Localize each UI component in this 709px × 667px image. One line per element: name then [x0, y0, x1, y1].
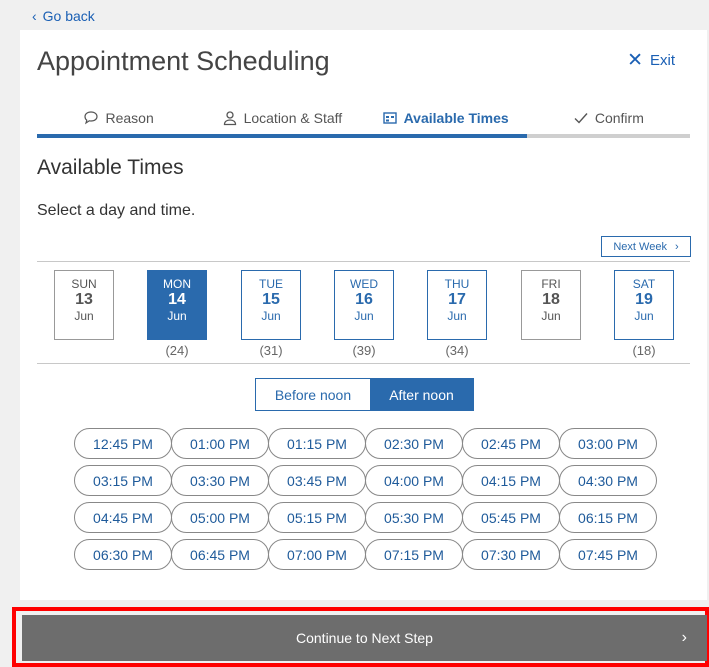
- step-label: Confirm: [594, 110, 644, 126]
- day-name: WED: [350, 277, 378, 291]
- day-date: 16: [355, 291, 373, 308]
- time-slot-button[interactable]: 04:00 PM: [365, 465, 463, 496]
- slot-count: (31): [259, 343, 283, 358]
- time-slot-button[interactable]: 07:00 PM: [268, 539, 366, 570]
- time-slot-button[interactable]: 05:30 PM: [365, 502, 463, 533]
- day-tue[interactable]: TUE 15 Jun: [241, 270, 301, 340]
- time-slot-button[interactable]: 03:30 PM: [171, 465, 269, 496]
- day-month: Jun: [634, 309, 654, 323]
- step-reason[interactable]: Reason: [37, 110, 201, 138]
- after-noon-button[interactable]: After noon: [370, 379, 473, 410]
- slot-count: (24): [165, 343, 189, 358]
- day-wed[interactable]: WED 16 Jun: [334, 270, 394, 340]
- day-name: TUE: [259, 277, 283, 291]
- time-slot-button[interactable]: 01:15 PM: [268, 428, 366, 459]
- before-noon-button[interactable]: Before noon: [256, 379, 370, 410]
- page-title: Appointment Scheduling: [37, 46, 330, 76]
- time-slot-button[interactable]: 12:45 PM: [74, 428, 172, 459]
- time-slot-button[interactable]: 06:15 PM: [559, 502, 657, 533]
- step-progress: Reason Location & Staff Available Times …: [37, 110, 690, 138]
- day-mon[interactable]: MON 14 Jun: [147, 270, 207, 340]
- time-slot-grid: 12:45 PM 01:00 PM 01:15 PM 02:30 PM 02:45 PM…: [74, 428, 657, 570]
- chevron-right-icon: ›: [681, 629, 687, 646]
- day-fri: FRI 18 Jun: [521, 270, 581, 340]
- day-date: 13: [75, 291, 93, 308]
- day-sun: SUN 13 Jun: [54, 270, 114, 340]
- person-icon: [223, 111, 236, 126]
- day-picker: SUN 13 Jun MON 14 Jun (24) TUE 15 Jun (31) WED 16 Jun…: [37, 261, 690, 364]
- time-slot-button[interactable]: 02:45 PM: [462, 428, 560, 459]
- step-confirm[interactable]: Confirm: [526, 110, 690, 138]
- step-label: Reason: [105, 110, 154, 126]
- day-name: SAT: [632, 277, 656, 291]
- checkmark-icon: [574, 113, 588, 124]
- time-slot-button[interactable]: 03:45 PM: [268, 465, 366, 496]
- time-slot-button[interactable]: 07:30 PM: [462, 539, 560, 570]
- time-slot-button[interactable]: 03:00 PM: [559, 428, 657, 459]
- day-date: 19: [635, 291, 653, 308]
- day-name: SUN: [71, 277, 97, 291]
- section-heading: Available Times: [37, 156, 184, 179]
- day-month: Jun: [167, 309, 187, 323]
- day-date: 18: [542, 291, 560, 308]
- exit-label: Exit: [649, 52, 675, 69]
- day-date: 15: [262, 291, 280, 308]
- time-slot-button[interactable]: 05:15 PM: [268, 502, 366, 533]
- time-slot-button[interactable]: 02:30 PM: [365, 428, 463, 459]
- time-slot-button[interactable]: 07:15 PM: [365, 539, 463, 570]
- scheduling-panel: Appointment Scheduling ✕ Exit Reason Loc…: [20, 30, 707, 600]
- time-slot-button[interactable]: 07:45 PM: [559, 539, 657, 570]
- calendar-icon: [382, 112, 397, 124]
- day-month: Jun: [74, 309, 94, 323]
- time-slot-button[interactable]: 01:00 PM: [171, 428, 269, 459]
- slot-count: (18): [632, 343, 656, 358]
- chevron-right-icon: ›: [674, 240, 679, 253]
- day-month: Jun: [354, 309, 374, 323]
- go-back-label: Go back: [42, 8, 95, 24]
- time-slot-button[interactable]: 05:00 PM: [171, 502, 269, 533]
- time-slot-button[interactable]: 06:45 PM: [171, 539, 269, 570]
- day-month: Jun: [541, 309, 561, 323]
- day-date: 17: [448, 291, 466, 308]
- day-thu[interactable]: THU 17 Jun: [427, 270, 487, 340]
- time-slot-button[interactable]: 06:30 PM: [74, 539, 172, 570]
- chevron-left-icon: ‹: [32, 8, 37, 24]
- day-month: Jun: [261, 309, 281, 323]
- go-back-link[interactable]: ‹ Go back: [32, 8, 95, 24]
- day-sat[interactable]: SAT 19 Jun: [614, 270, 674, 340]
- day-date: 14: [168, 291, 186, 308]
- continue-button[interactable]: Continue to Next Step ›: [22, 615, 707, 661]
- next-week-button[interactable]: Next Week ›: [601, 236, 691, 257]
- period-toggle: Before noon After noon: [255, 378, 474, 411]
- close-icon: ✕: [627, 50, 643, 71]
- time-slot-button[interactable]: 04:30 PM: [559, 465, 657, 496]
- day-month: Jun: [447, 309, 467, 323]
- step-label: Location & Staff: [243, 110, 343, 126]
- next-week-label: Next Week: [613, 240, 667, 253]
- slot-count: (34): [445, 343, 469, 358]
- continue-label: Continue to Next Step: [296, 630, 433, 646]
- section-instruction: Select a day and time.: [37, 202, 196, 219]
- time-slot-button[interactable]: 03:15 PM: [74, 465, 172, 496]
- day-name: FRI: [541, 277, 561, 291]
- day-name: THU: [444, 277, 470, 291]
- day-name: MON: [163, 277, 191, 291]
- step-available-times[interactable]: Available Times: [363, 110, 527, 138]
- slot-count: (39): [352, 343, 376, 358]
- speech-bubble-icon: [84, 111, 99, 125]
- step-label: Available Times: [403, 110, 509, 126]
- time-slot-button[interactable]: 04:45 PM: [74, 502, 172, 533]
- time-slot-button[interactable]: 04:15 PM: [462, 465, 560, 496]
- step-location-staff[interactable]: Location & Staff: [200, 110, 364, 138]
- exit-button[interactable]: ✕ Exit: [627, 50, 675, 71]
- time-slot-button[interactable]: 05:45 PM: [462, 502, 560, 533]
